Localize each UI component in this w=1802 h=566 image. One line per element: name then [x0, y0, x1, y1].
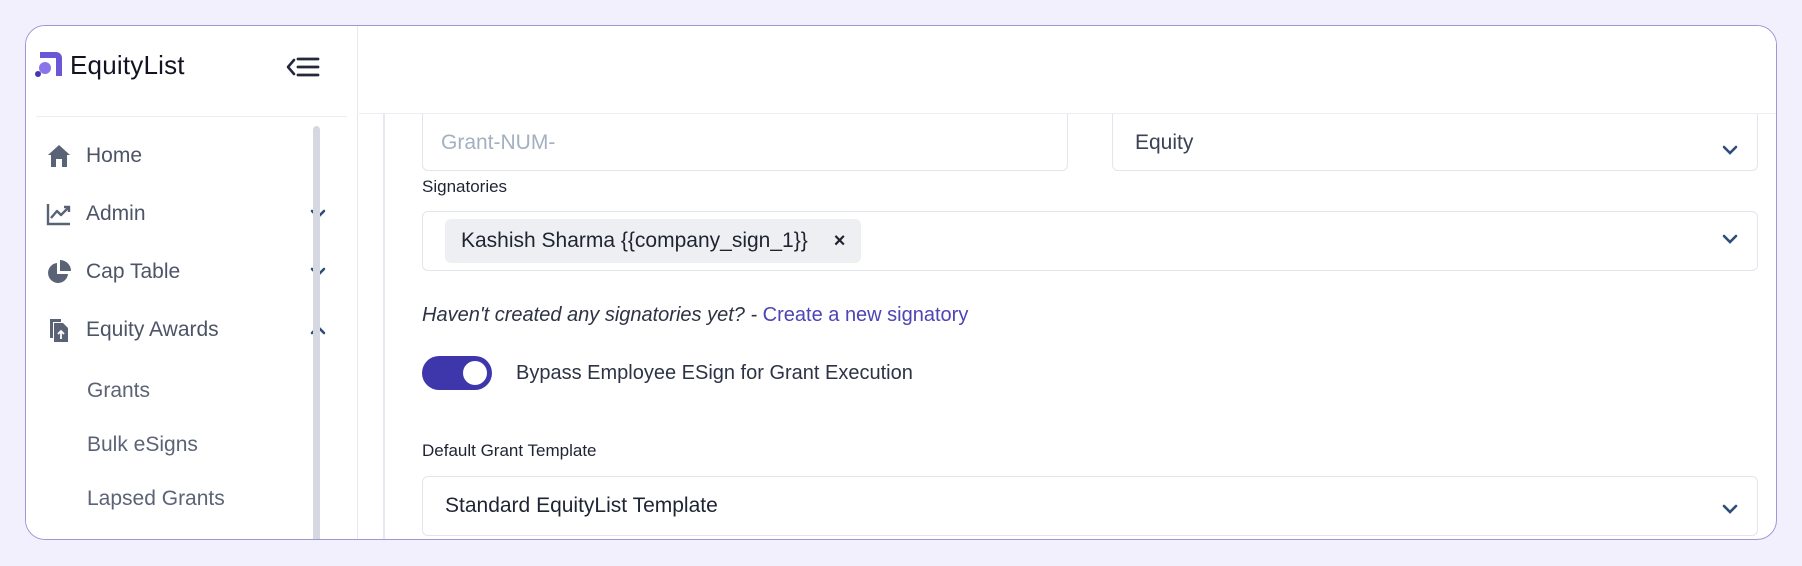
brand[interactable]: EquityList	[34, 48, 185, 83]
signatory-hint: Haven't created any signatories yet? - C…	[422, 304, 968, 327]
document-upload-icon	[44, 315, 74, 345]
pie-chart-icon	[44, 257, 74, 287]
grant-number-placeholder: Grant-NUM-	[441, 130, 556, 154]
chevron-down-icon	[1721, 138, 1739, 162]
trend-chart-icon	[44, 199, 74, 229]
remove-chip-button[interactable]: ×	[834, 230, 846, 253]
bypass-esign-label: Bypass Employee ESign for Grant Executio…	[516, 362, 913, 384]
sidebar: EquityList Home Admin Cap Table Equity A…	[26, 26, 358, 539]
equitylist-logo-icon	[34, 48, 64, 83]
bypass-esign-toggle[interactable]	[422, 356, 492, 390]
top-header	[359, 26, 1776, 114]
app-window: EquityList Home Admin Cap Table Equity A…	[25, 25, 1777, 540]
sidebar-subitem-grants[interactable]: Grants	[87, 379, 150, 403]
chevron-down-icon	[1721, 497, 1739, 521]
chevron-down-icon[interactable]	[1721, 232, 1739, 250]
signatory-chip: Kashish Sharma {{company_sign_1}} ×	[445, 219, 862, 263]
collapse-menu-icon	[284, 57, 324, 86]
sidebar-item-label: Equity Awards	[86, 318, 219, 341]
sidebar-item-label: Home	[86, 144, 143, 167]
default-template-value: Standard EquityList Template	[445, 494, 718, 517]
sidebar-subitem-lapsed-grants[interactable]: Lapsed Grants	[87, 487, 225, 511]
signatory-chip-text: Kashish Sharma {{company_sign_1}}	[461, 229, 808, 252]
signatory-hint-text: Haven't created any signatories yet? -	[422, 304, 763, 326]
app-name: EquityList	[70, 50, 185, 80]
divider	[36, 116, 347, 117]
content-rail	[383, 114, 385, 539]
home-icon	[44, 141, 74, 171]
collapse-sidebar-button[interactable]	[284, 52, 324, 82]
signatories-label: Signatories	[422, 177, 508, 196]
sidebar-subitem-bulk-esigns[interactable]: Bulk eSigns	[87, 433, 198, 457]
sidebar-item-home[interactable]: Home	[44, 136, 329, 176]
sidebar-item-label: Cap Table	[86, 260, 181, 283]
sidebar-item-equity-awards[interactable]: Equity Awards	[44, 310, 329, 350]
toggle-knob	[463, 361, 487, 385]
default-template-label: Default Grant Template	[422, 441, 597, 460]
sidebar-item-cap-table[interactable]: Cap Table	[44, 252, 329, 292]
grant-type-value: Equity	[1135, 130, 1194, 154]
sidebar-item-label: Admin	[86, 202, 146, 225]
signatories-select[interactable]: Kashish Sharma {{company_sign_1}} ×	[422, 211, 1758, 271]
default-template-select[interactable]: Standard EquityList Template	[422, 476, 1758, 536]
sidebar-item-admin[interactable]: Admin	[44, 194, 329, 234]
sidebar-scrollbar[interactable]	[313, 126, 320, 539]
create-signatory-link[interactable]: Create a new signatory	[763, 304, 969, 326]
